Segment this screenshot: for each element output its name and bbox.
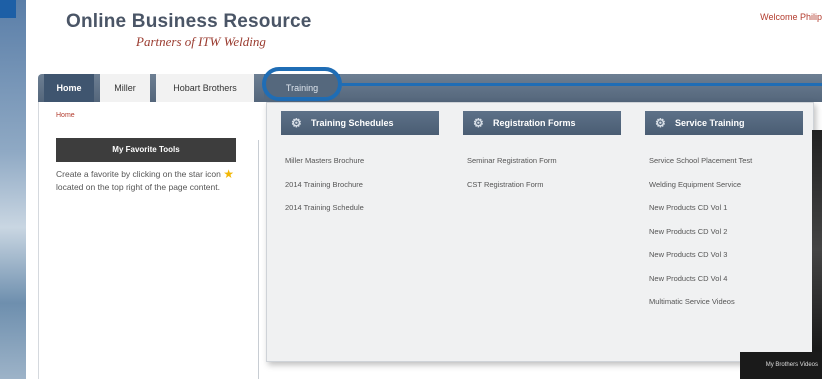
column-header-label: Registration Forms — [493, 118, 576, 128]
nav-tab-home[interactable]: Home — [44, 74, 94, 102]
callout-highlight-line — [342, 83, 822, 86]
favorite-text-after: located on the top right of the page con… — [56, 181, 220, 192]
menu-item-cst-registration-form[interactable]: CST Registration Form — [463, 173, 621, 197]
menu-item-service-school-placement-test[interactable]: Service School Placement Test — [645, 149, 803, 173]
site-header: Online Business Resource Partners of ITW… — [26, 0, 822, 75]
gear-icon: ⚙ — [473, 116, 484, 130]
menu-item-new-products-cd-vol-1[interactable]: New Products CD Vol 1 — [645, 196, 803, 220]
star-icon: ★ — [223, 167, 235, 181]
column-header-label: Service Training — [675, 118, 745, 128]
favorite-tools-instructions: Create a favorite by clicking on the sta… — [56, 168, 238, 193]
dropdown-column-training-schedules: ⚙ Training Schedules Miller Masters Broc… — [281, 111, 439, 220]
menu-item-welding-equipment-service[interactable]: Welding Equipment Service — [645, 173, 803, 197]
main-navbar: Home Miller Hobart Brothers Training — [38, 74, 822, 102]
corner-block — [0, 0, 16, 18]
menu-item-miller-masters-brochure[interactable]: Miller Masters Brochure — [281, 149, 439, 173]
callout-highlight-ring — [262, 67, 342, 101]
nav-tab-miller[interactable]: Miller — [100, 74, 150, 102]
column-header-training-schedules: ⚙ Training Schedules — [281, 111, 439, 135]
dropdown-column-registration-forms: ⚙ Registration Forms Seminar Registratio… — [463, 111, 621, 196]
welcome-text: Welcome Philip — [760, 12, 822, 22]
right-edge-image — [812, 130, 822, 370]
column-header-registration-forms: ⚙ Registration Forms — [463, 111, 621, 135]
column-header-label: Training Schedules — [311, 118, 394, 128]
breadcrumb[interactable]: Home — [56, 112, 75, 119]
menu-item-multimatic-service-videos[interactable]: Multimatic Service Videos — [645, 290, 803, 314]
menu-item-new-products-cd-vol-4[interactable]: New Products CD Vol 4 — [645, 267, 803, 291]
content-divider — [258, 140, 259, 379]
site-subtitle: Partners of ITW Welding — [136, 34, 266, 49]
menu-item-new-products-cd-vol-2[interactable]: New Products CD Vol 2 — [645, 220, 803, 244]
menu-item-2014-training-schedule[interactable]: 2014 Training Schedule — [281, 196, 439, 220]
video-thumbnail-caption[interactable]: My Brothers Videos — [740, 352, 822, 379]
gear-icon: ⚙ — [291, 116, 302, 130]
menu-item-seminar-registration-form[interactable]: Seminar Registration Form — [463, 149, 621, 173]
menu-item-2014-training-brochure[interactable]: 2014 Training Brochure — [281, 173, 439, 197]
training-dropdown-menu: ⚙ Training Schedules Miller Masters Broc… — [266, 102, 814, 362]
favorite-tools-header: My Favorite Tools — [56, 138, 236, 162]
column-header-service-training: ⚙ Service Training — [645, 111, 803, 135]
favorite-text-before: Create a favorite by clicking on the sta… — [56, 169, 221, 179]
menu-item-new-products-cd-vol-3[interactable]: New Products CD Vol 3 — [645, 243, 803, 267]
dropdown-column-service-training: ⚙ Service Training Service School Placem… — [645, 111, 803, 314]
nav-tab-hobart-brothers[interactable]: Hobart Brothers — [156, 74, 254, 102]
left-edge-background — [0, 0, 26, 379]
site-title: Online Business Resource — [66, 11, 312, 32]
gear-icon: ⚙ — [655, 116, 666, 130]
